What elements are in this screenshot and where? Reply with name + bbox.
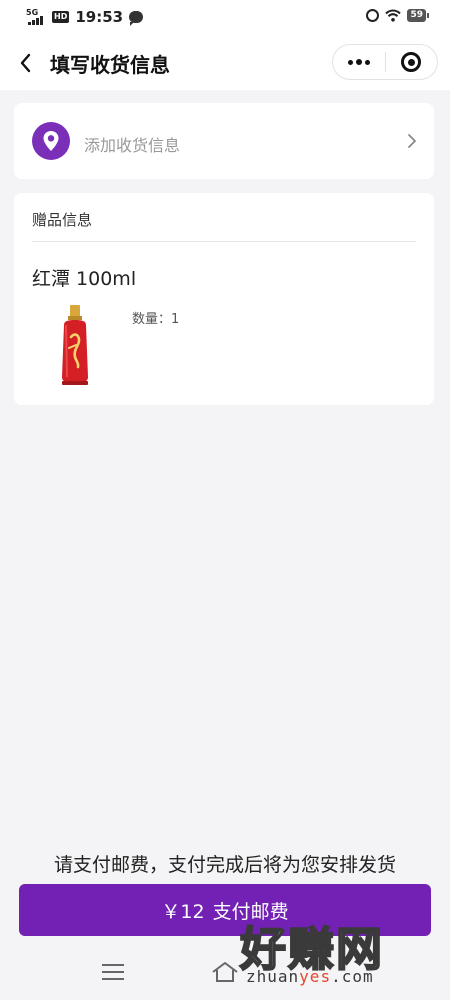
quantity-label: 数量： <box>132 312 172 327</box>
hd-badge: HD <box>52 11 70 23</box>
divider <box>32 241 416 242</box>
chevron-right-icon <box>408 134 416 148</box>
page-title: 填写收货信息 <box>50 53 170 77</box>
alarm-icon <box>366 9 380 22</box>
quantity-value: 1 <box>171 312 180 327</box>
shipping-notice: 请支付邮费，支付完成后将为您安排发货 <box>53 854 396 876</box>
add-address-card[interactable]: 添加收货信息 <box>14 103 434 179</box>
back-icon[interactable] <box>14 50 40 76</box>
gift-info-card: 赠品信息 红潭 100ml 数量：1 <box>14 193 434 405</box>
product-name: 红潭 100ml <box>32 268 137 290</box>
status-right: 59 <box>366 9 429 22</box>
watermark-url: zhuanyes.com <box>246 967 374 986</box>
watermark: 好赚网 zhuanyes.com <box>239 913 440 987</box>
status-bar: 5G HD 19:53 59 <box>0 0 450 36</box>
gift-section-title: 赠品信息 <box>32 211 93 229</box>
wifi-icon <box>385 9 402 22</box>
quantity: 数量：1 <box>132 308 179 327</box>
message-icon <box>129 11 144 26</box>
nav-bar: 填写收货信息 <box>0 36 450 90</box>
product-bottle-image <box>62 305 88 385</box>
pay-price: ￥12 <box>161 900 205 923</box>
signal-icon: 5G <box>26 9 46 25</box>
battery-icon: 59 <box>407 9 429 22</box>
close-target-icon[interactable] <box>385 45 437 79</box>
home-icon[interactable] <box>210 960 240 984</box>
mini-program-capsule <box>332 44 438 80</box>
add-address-label: 添加收货信息 <box>84 136 181 155</box>
status-left: 5G HD 19:53 <box>26 8 144 26</box>
status-time: 19:53 <box>75 8 124 26</box>
menu-icon[interactable] <box>102 964 124 980</box>
more-icon[interactable] <box>333 45 385 79</box>
location-pin-icon <box>32 122 70 160</box>
